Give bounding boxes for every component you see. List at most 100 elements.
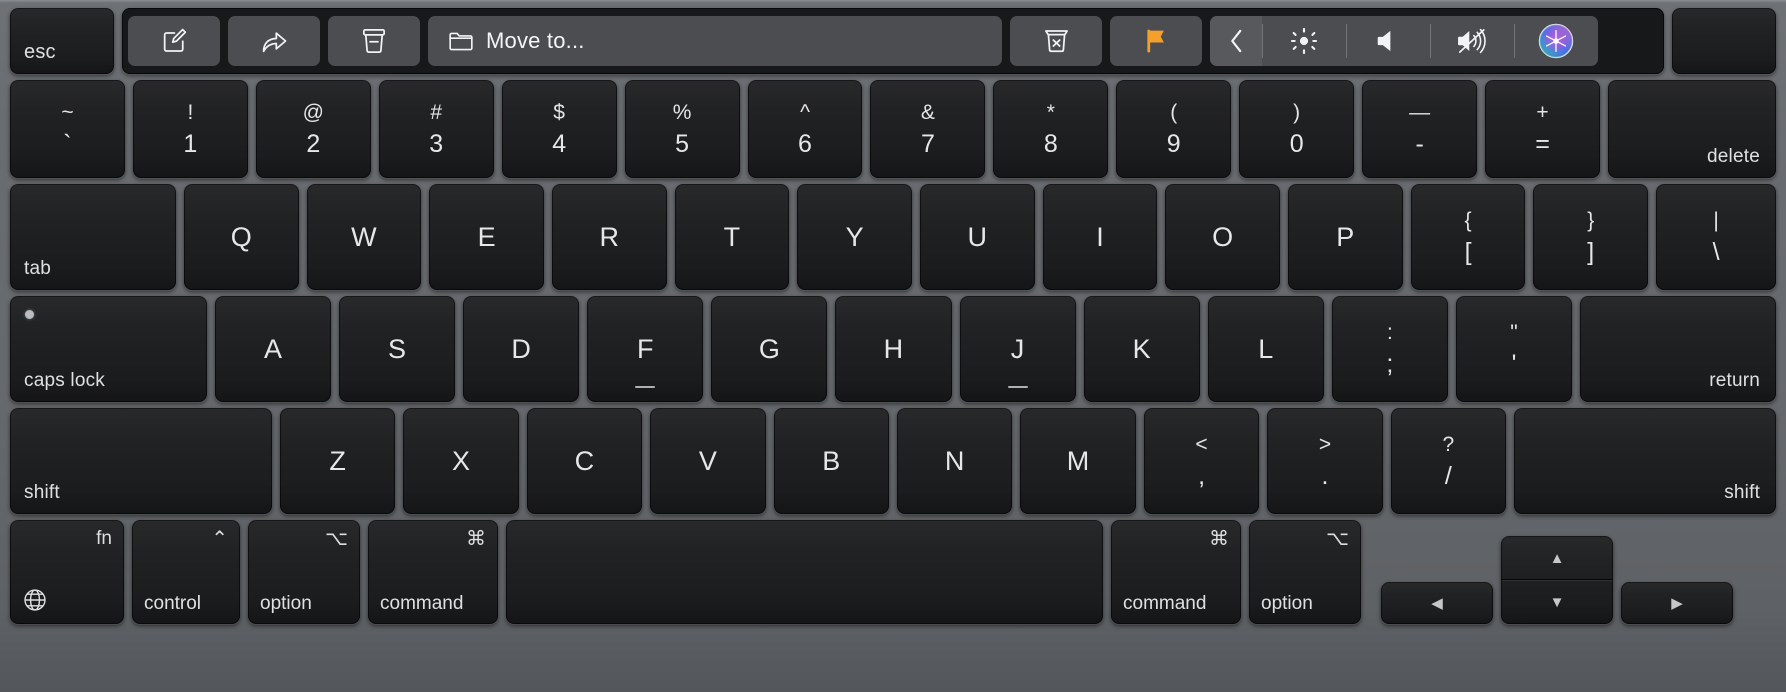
key-legend: Z (329, 445, 347, 476)
key-semicolon[interactable]: : ; (1331, 296, 1448, 402)
key-b[interactable]: B (773, 408, 890, 514)
key-l[interactable]: L (1207, 296, 1324, 402)
expand-control-strip[interactable] (1210, 16, 1262, 66)
key-t[interactable]: T (674, 184, 790, 290)
key-p[interactable]: P (1288, 184, 1403, 290)
key-j[interactable]: J (959, 296, 1076, 402)
key-backslash[interactable]: | \ (1656, 184, 1777, 290)
key-equals[interactable]: + = (1485, 80, 1600, 178)
key-delete[interactable]: delete (1607, 80, 1776, 178)
key-bracket-right[interactable]: } ] (1533, 184, 1649, 290)
key-quote[interactable]: " ' (1455, 296, 1573, 402)
key-shift-left[interactable]: shift (10, 408, 272, 514)
key-legend-top: { (1464, 208, 1472, 232)
key-y[interactable]: Y (797, 184, 913, 290)
key-5[interactable]: % 5 (624, 80, 740, 178)
key-control[interactable]: ⌃ control (132, 520, 240, 624)
key-7[interactable]: & 7 (870, 80, 986, 178)
key-legend: G (758, 333, 781, 364)
key-arrow-down[interactable]: ▼ (1501, 580, 1613, 624)
key-legend: M (1066, 445, 1090, 476)
key-9[interactable]: ( 9 (1116, 80, 1232, 178)
key-c[interactable]: C (526, 408, 643, 514)
brightness-button[interactable] (1262, 16, 1346, 66)
key-legend: D (511, 333, 532, 364)
key-comma[interactable]: < , (1143, 408, 1260, 514)
key-option-right-label: option (1261, 593, 1313, 614)
key-legend-top: + (1536, 100, 1549, 124)
key-z[interactable]: Z (280, 408, 396, 514)
power-touch-id-key[interactable] (1672, 8, 1776, 74)
key-shift-right[interactable]: shift (1514, 408, 1777, 514)
key-1[interactable]: ! 1 (132, 80, 248, 178)
key-command-left-label: command (380, 593, 464, 614)
archive-button[interactable] (328, 16, 420, 66)
key-0[interactable]: ) 0 (1239, 80, 1355, 178)
key-s[interactable]: S (339, 296, 456, 402)
key-backtick[interactable]: ~ ` (10, 80, 125, 178)
key-legend-bottom: [ (1464, 237, 1472, 266)
key-i[interactable]: I (1042, 184, 1158, 290)
key-n[interactable]: N (897, 408, 1013, 514)
option-icon: ⌥ (1325, 528, 1349, 550)
key-option-right[interactable]: ⌥ option (1249, 520, 1361, 624)
key-return[interactable]: return (1580, 296, 1777, 402)
key-legend: Q (230, 221, 252, 252)
key-legend: S (388, 333, 407, 364)
volume-button[interactable] (1346, 16, 1430, 66)
esc-key[interactable]: esc (10, 8, 114, 74)
key-bracket-left[interactable]: { [ (1410, 184, 1526, 290)
key-6[interactable]: ^ 6 (747, 80, 863, 178)
key-g[interactable]: G (711, 296, 828, 402)
reply-arrow-icon (259, 27, 289, 55)
key-space[interactable] (506, 520, 1103, 624)
key-h[interactable]: H (835, 296, 952, 402)
key-v[interactable]: V (650, 408, 766, 514)
key-f[interactable]: F (587, 296, 704, 402)
key-3[interactable]: # 3 (378, 80, 494, 178)
key-legend-bottom: 3 (429, 129, 444, 158)
key-command-right-label: command (1123, 593, 1207, 614)
key-period[interactable]: > . (1267, 408, 1383, 514)
key-legend-top: ) (1293, 100, 1301, 124)
key-minus[interactable]: — - (1362, 80, 1478, 178)
key-x[interactable]: X (403, 408, 519, 514)
key-a[interactable]: A (215, 296, 332, 402)
siri-button[interactable] (1514, 16, 1598, 66)
delete-button[interactable] (1010, 16, 1102, 66)
key-k[interactable]: K (1083, 296, 1200, 402)
key-slash[interactable]: ? / (1390, 408, 1507, 514)
key-r[interactable]: R (552, 184, 667, 290)
key-caps-lock[interactable]: caps lock (10, 296, 207, 402)
key-4[interactable]: $ 4 (501, 80, 617, 178)
key-arrow-left[interactable]: ◀ (1381, 582, 1493, 624)
key-legend-top: " (1510, 320, 1518, 344)
control-strip[interactable] (1210, 16, 1598, 66)
key-command-left[interactable]: ⌘ command (368, 520, 498, 624)
key-8[interactable]: * 8 (993, 80, 1109, 178)
key-command-right[interactable]: ⌘ command (1111, 520, 1241, 624)
move-to-button[interactable]: Move to... (428, 16, 1002, 66)
key-legend-top: ? (1442, 432, 1455, 456)
key-arrow-right[interactable]: ▶ (1621, 582, 1733, 624)
key-m[interactable]: M (1020, 408, 1136, 514)
key-fn[interactable]: fn (10, 520, 124, 624)
key-q[interactable]: Q (184, 184, 299, 290)
key-e[interactable]: E (429, 184, 545, 290)
key-d[interactable]: D (463, 296, 580, 402)
mute-button[interactable] (1430, 16, 1514, 66)
key-legend: U (967, 221, 988, 252)
key-arrow-up[interactable]: ▲ (1501, 536, 1613, 580)
key-w[interactable]: W (306, 184, 422, 290)
key-legend-bottom: 2 (306, 129, 321, 158)
touch-bar[interactable]: Move to... (122, 8, 1664, 74)
key-2[interactable]: @ 2 (255, 80, 371, 178)
qwerty-row: tab Q W E R T Y U I O P { [ } ] | \ (10, 184, 1777, 290)
key-o[interactable]: O (1165, 184, 1281, 290)
compose-button[interactable] (128, 16, 220, 66)
key-option-left[interactable]: ⌥ option (248, 520, 360, 624)
key-tab[interactable]: tab (10, 184, 176, 290)
reply-button[interactable] (228, 16, 320, 66)
key-u[interactable]: U (920, 184, 1035, 290)
flag-button[interactable] (1110, 16, 1202, 66)
